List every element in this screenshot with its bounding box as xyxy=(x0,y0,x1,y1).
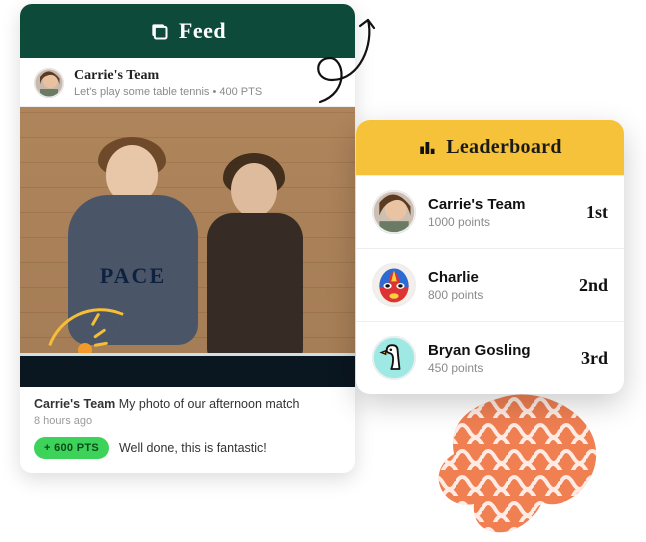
leaderboard-points: 1000 points xyxy=(428,215,574,229)
avatar xyxy=(372,336,416,380)
leaderboard-icon xyxy=(418,139,436,157)
post-comment-row: + 600 PTS Well done, this is fantastic! xyxy=(34,437,341,459)
feed-icon xyxy=(149,21,169,41)
caption-author: Carrie's Team xyxy=(34,397,115,411)
post-timestamp: 8 hours ago xyxy=(34,415,341,427)
post-author-avatar[interactable] xyxy=(34,68,64,98)
table-edge xyxy=(20,353,355,387)
leaderboard-meta: Bryan Gosling 450 points xyxy=(428,342,569,375)
leaderboard-meta: Carrie's Team 1000 points xyxy=(428,196,574,229)
feed-card: Feed Carrie's Team Let's play some table… xyxy=(20,4,355,473)
leaderboard-rank: 1st xyxy=(586,202,608,223)
leaderboard-name: Bryan Gosling xyxy=(428,342,569,359)
points-badge[interactable]: + 600 PTS xyxy=(34,437,109,459)
leaderboard-row[interactable]: Charlie 800 points 2nd xyxy=(356,248,624,321)
post-subline: Let's play some table tennis • 400 PTS xyxy=(74,86,341,98)
post-header[interactable]: Carrie's Team Let's play some table tenn… xyxy=(20,58,355,107)
post-caption: Carrie's Team My photo of our afternoon … xyxy=(34,397,341,411)
feed-header: Feed xyxy=(20,4,355,58)
leaderboard-meta: Charlie 800 points xyxy=(428,269,567,302)
leaderboard-title: Leaderboard xyxy=(446,136,562,159)
avatar xyxy=(372,263,416,307)
leaderboard-name: Carrie's Team xyxy=(428,196,574,213)
avatar xyxy=(372,190,416,234)
leaderboard-points: 450 points xyxy=(428,361,569,375)
post-image[interactable]: PACE xyxy=(20,107,355,387)
feed-title: Feed xyxy=(179,18,226,44)
comment-text: Well done, this is fantastic! xyxy=(119,441,267,455)
jersey-text: PACE xyxy=(58,263,208,289)
decorative-blob-icon xyxy=(430,392,630,542)
post-team-name: Carrie's Team xyxy=(74,68,341,84)
caption-text: My photo of our afternoon match xyxy=(119,397,300,411)
leaderboard-name: Charlie xyxy=(428,269,567,286)
leaderboard-row[interactable]: Carrie's Team 1000 points 1st xyxy=(356,175,624,248)
post-body: Carrie's Team My photo of our afternoon … xyxy=(20,387,355,473)
leaderboard-rank: 3rd xyxy=(581,348,608,369)
leaderboard-card: Leaderboard Carrie's Team 1000 points 1s… xyxy=(356,120,624,394)
leaderboard-points: 800 points xyxy=(428,288,567,302)
leaderboard-header: Leaderboard xyxy=(356,120,624,175)
person-background xyxy=(195,143,315,373)
post-meta: Carrie's Team Let's play some table tenn… xyxy=(74,68,341,98)
leaderboard-row[interactable]: Bryan Gosling 450 points 3rd xyxy=(356,321,624,394)
leaderboard-rank: 2nd xyxy=(579,275,608,296)
